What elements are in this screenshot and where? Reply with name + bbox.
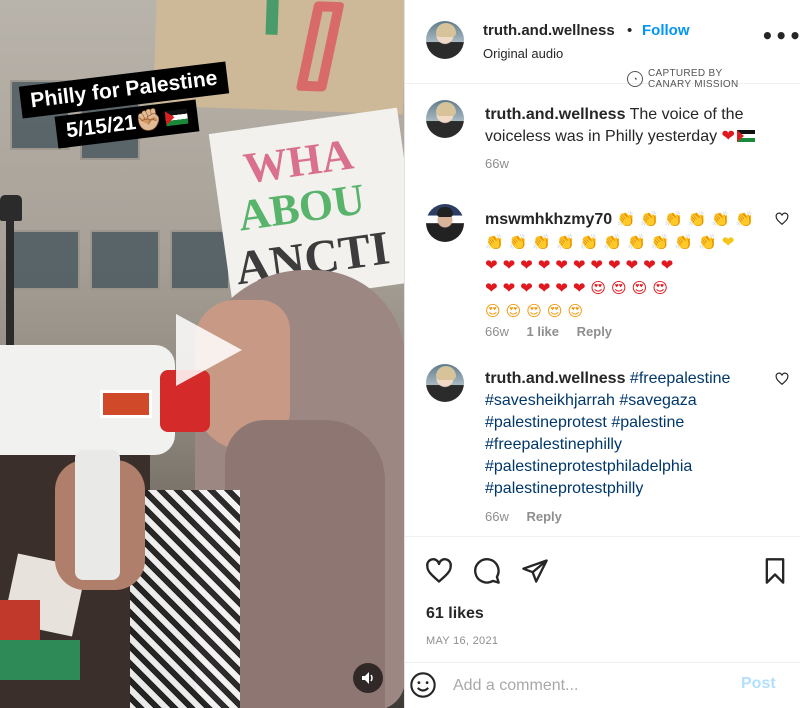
post-details-panel: truth.and.wellness • Follow Original aud…	[404, 0, 800, 708]
bookmark-icon[interactable]	[761, 557, 789, 585]
hashtag-link[interactable]: #palestineprotest	[485, 414, 607, 431]
reply-button[interactable]: Reply	[526, 509, 561, 524]
hashtag-link[interactable]: #freepalestinephilly	[485, 436, 622, 453]
audio-link[interactable]: Original audio	[483, 46, 563, 61]
emoji-line: 👏👏👏👏👏👏	[616, 210, 759, 228]
caption-date-text: 5/15/21	[64, 110, 138, 143]
watermark: ◔ CAPTURED BY CANARY MISSION	[627, 68, 739, 90]
avatar[interactable]	[426, 364, 464, 402]
emoji-line: ❤❤❤❤❤❤❤❤❤❤❤	[485, 256, 679, 274]
follow-button[interactable]: Follow	[642, 22, 690, 39]
emoji-line: 👏👏👏👏👏👏👏👏👏👏❤	[485, 233, 740, 251]
emoji-picker-icon[interactable]	[409, 671, 437, 699]
comment-age[interactable]: 66w	[485, 156, 509, 171]
emoji-line: ❤❤❤❤❤❤😍😍😍😍	[485, 279, 673, 297]
more-options-icon[interactable]: •••	[761, 24, 800, 48]
palestine-flag-icon	[736, 130, 755, 142]
separator-dot: •	[627, 22, 633, 39]
raised-fist-emoji: ✊🏼	[134, 107, 164, 134]
palestine-flag-icon	[164, 108, 189, 127]
comment-input[interactable]	[453, 674, 723, 698]
hashtag-link[interactable]: #palestineprotestphiladelphia	[485, 458, 692, 475]
post-button[interactable]: Post	[741, 675, 776, 693]
play-icon[interactable]	[166, 310, 246, 390]
likes-count[interactable]: 61 likes	[426, 605, 484, 623]
share-icon[interactable]	[521, 557, 549, 585]
add-comment-bar: Post	[405, 662, 800, 708]
hashtag-link[interactable]: #savesheikhjarrah	[485, 392, 615, 409]
post-actions: 61 likes MAY 16, 2021 Post	[405, 536, 800, 706]
reply-button[interactable]: Reply	[577, 324, 612, 339]
comment-age[interactable]: 66w	[485, 324, 509, 339]
hashtag-link[interactable]: #savegaza	[619, 392, 696, 409]
heart-emoji: ❤	[721, 128, 735, 145]
post-video[interactable]: WHA ABOU ANCTI Philly for Palestine 5/15…	[0, 0, 404, 708]
username-link[interactable]: truth.and.wellness	[485, 106, 625, 123]
like-comment-icon[interactable]	[775, 372, 789, 386]
hashtag-link[interactable]: #palestineprotestphilly	[485, 480, 643, 497]
hashtag-link[interactable]: #freepalestine	[630, 370, 731, 387]
comment-icon[interactable]	[473, 557, 501, 585]
comment-age[interactable]: 66w	[485, 509, 509, 524]
canary-logo-icon: ◔	[627, 71, 643, 87]
comment-likes[interactable]: 1 like	[526, 324, 559, 339]
hashtag-link[interactable]: #palestine	[611, 414, 684, 431]
username-link[interactable]: truth.and.wellness	[485, 370, 625, 387]
post-header: truth.and.wellness • Follow Original aud…	[405, 0, 800, 90]
emoji-line: 😍😍😍😍😍	[485, 302, 589, 320]
avatar[interactable]	[426, 204, 464, 242]
speaker-icon[interactable]	[353, 663, 383, 693]
avatar[interactable]	[426, 21, 464, 59]
heart-icon[interactable]	[425, 557, 453, 585]
like-comment-icon[interactable]	[775, 212, 789, 226]
keffiyeh	[130, 490, 240, 708]
username-link[interactable]: truth.and.wellness	[483, 22, 615, 39]
post-date[interactable]: MAY 16, 2021	[426, 635, 498, 647]
avatar[interactable]	[426, 100, 464, 138]
username-link[interactable]: mswmhkhzmy70	[485, 211, 612, 228]
